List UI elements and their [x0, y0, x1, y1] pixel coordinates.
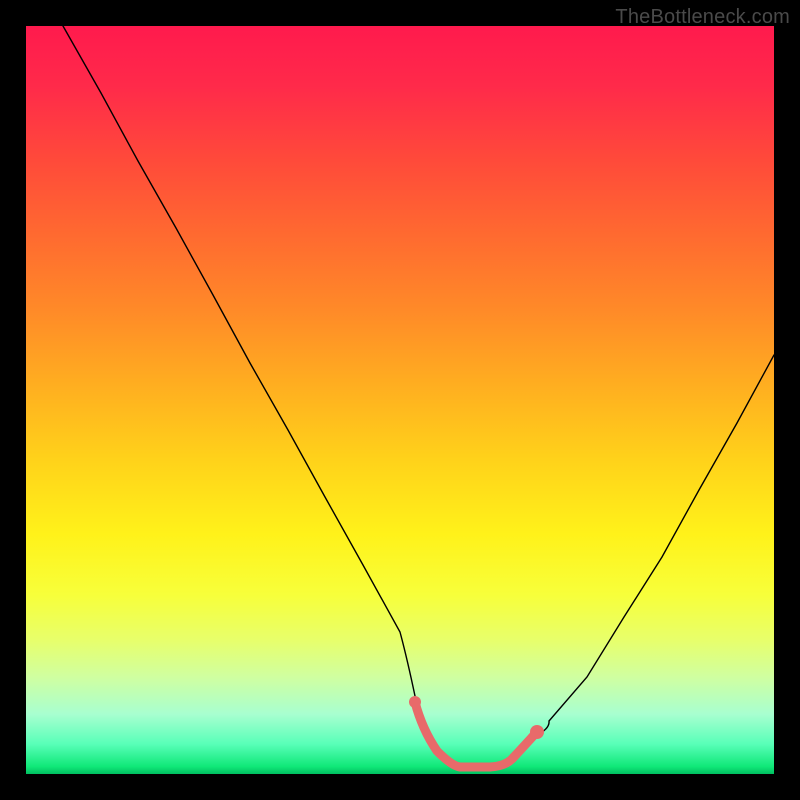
valley-end-dot	[530, 725, 544, 739]
bottleneck-curve	[63, 26, 774, 767]
chart-svg	[26, 26, 774, 774]
chart-plot-area	[26, 26, 774, 774]
valley-highlight	[415, 702, 535, 767]
watermark-text: TheBottleneck.com	[615, 6, 790, 29]
valley-start-dot	[409, 696, 421, 708]
